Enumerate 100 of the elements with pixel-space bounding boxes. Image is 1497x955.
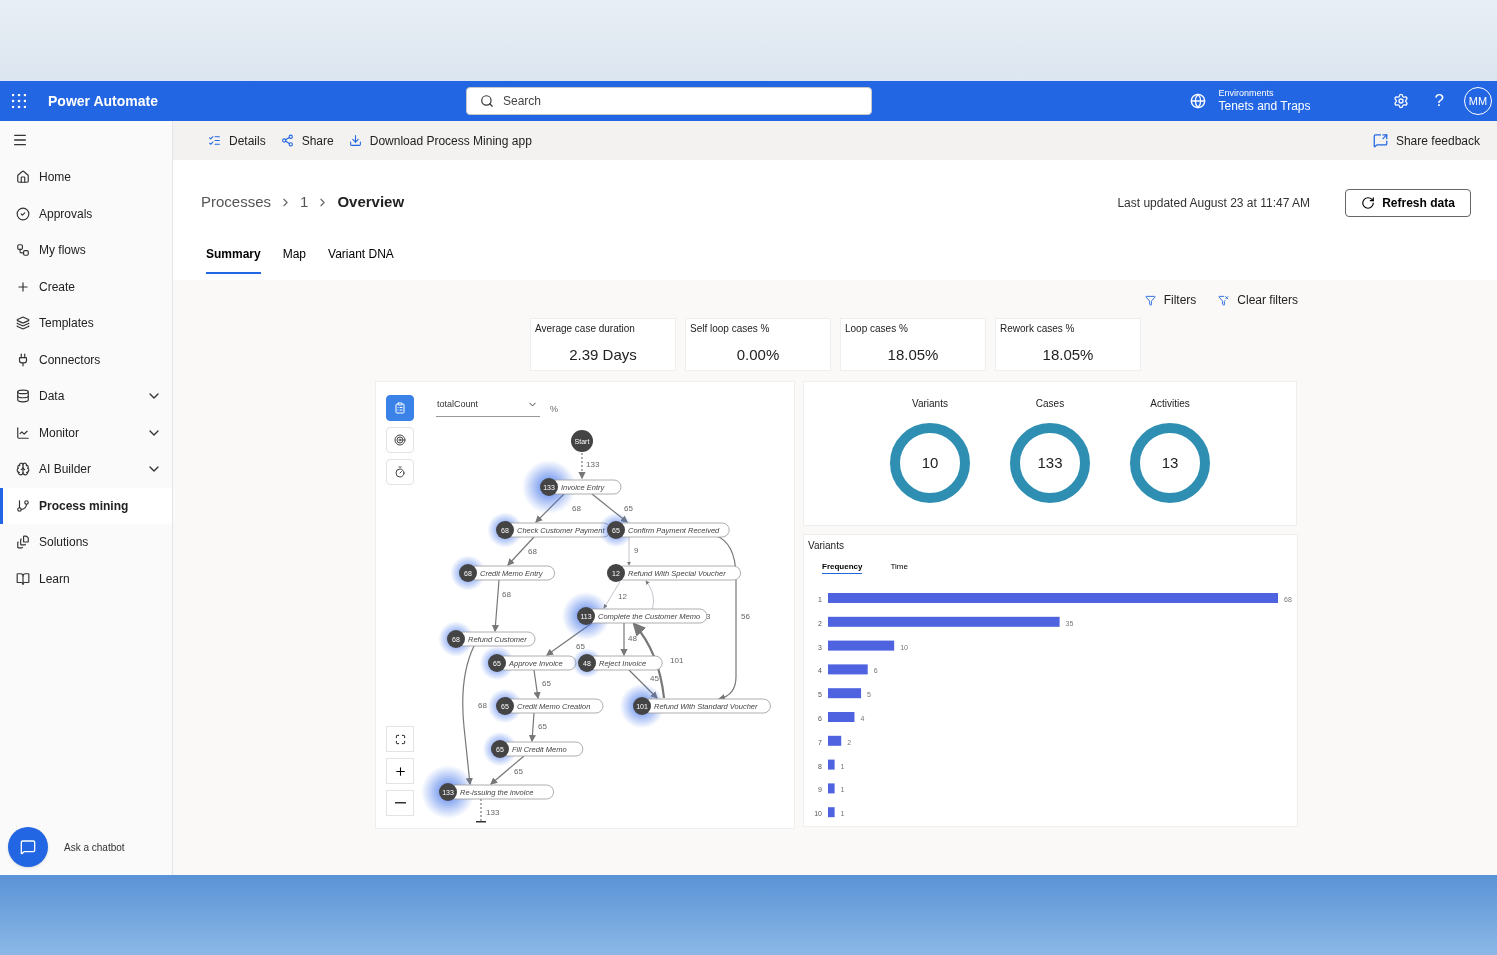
nav-item[interactable]: My flows	[0, 232, 172, 269]
filters-button[interactable]: Filters	[1144, 291, 1197, 309]
last-updated-text: Last updated August 23 at 11:47 AM	[1117, 194, 1310, 212]
kpi-value: 18.05%	[886, 345, 940, 365]
nav-item[interactable]: Monitor	[0, 414, 172, 451]
nav-item[interactable]: AI Builder	[0, 451, 172, 488]
edge-count: 68	[528, 546, 537, 556]
edge-count: 65	[538, 721, 547, 731]
variant-bar[interactable]	[828, 759, 835, 770]
feedback-button[interactable]: Share feedback	[1372, 131, 1480, 150]
nav-icon	[16, 389, 30, 404]
nav-item[interactable]: Solutions	[0, 524, 172, 561]
nav-item[interactable]: Connectors	[0, 341, 172, 378]
variant-bar[interactable]	[828, 735, 842, 746]
clear-filters-button[interactable]: Clear filters	[1218, 291, 1298, 309]
fit-view-button[interactable]	[386, 726, 414, 752]
nav-icon	[16, 279, 30, 294]
nav-item[interactable]: Data	[0, 378, 172, 415]
chat-icon	[20, 839, 36, 855]
command-button[interactable]: Details	[208, 131, 266, 150]
app-title: Power Automate	[48, 91, 158, 111]
variant-bar[interactable]	[828, 807, 835, 818]
map-tool-icon	[394, 466, 406, 478]
view-tab[interactable]: Map	[282, 245, 307, 274]
environment-picker[interactable]: Environments Tenets and Traps	[1218, 87, 1311, 115]
chatbot-button[interactable]	[8, 827, 48, 867]
donut-chart: 10	[890, 423, 970, 503]
map-tool-icon	[394, 402, 406, 414]
map-view-button[interactable]	[386, 395, 414, 421]
variant-bar[interactable]	[828, 616, 1060, 627]
donut-chart: 13	[1130, 423, 1210, 503]
edge-count: 65	[542, 678, 551, 688]
breadcrumb-item[interactable]: 1	[300, 191, 309, 214]
refresh-icon	[1361, 195, 1376, 210]
search-field[interactable]: Search	[465, 87, 872, 115]
variant-bar[interactable]	[828, 640, 895, 651]
metric-dropdown[interactable]: totalCount	[436, 398, 540, 417]
edge-count: 68	[478, 700, 487, 710]
edge-count: 68	[572, 503, 581, 513]
edge-count: 9	[634, 545, 639, 555]
nav-icon	[16, 425, 30, 440]
view-tab[interactable]: Summary	[206, 245, 261, 274]
chart-tab[interactable]: Time	[890, 561, 908, 574]
breadcrumb-item[interactable]: Processes	[201, 191, 272, 214]
edge-count: 65	[514, 766, 523, 776]
feedback-icon	[1372, 133, 1388, 148]
nav-item[interactable]: Approvals	[0, 195, 172, 232]
summary-label: Cases	[1035, 397, 1065, 411]
nav-icon	[16, 462, 30, 477]
filter-icon	[1144, 294, 1156, 306]
panel-title: Variants	[808, 539, 845, 553]
view-tab[interactable]: Variant DNA	[328, 245, 394, 274]
edge-count: 48	[628, 633, 637, 643]
zoom-out-button[interactable]	[386, 790, 414, 816]
environment-icon	[1190, 93, 1207, 109]
chart-tab[interactable]: Frequency	[822, 561, 863, 574]
nav-item[interactable]: Create	[0, 268, 172, 305]
nav-icon	[16, 535, 30, 550]
breadcrumb-item: Overview	[337, 192, 405, 213]
app-launcher-icon[interactable]	[12, 94, 26, 108]
edge-count: 65	[624, 503, 633, 513]
nav-icon	[16, 170, 30, 185]
summary-label: Activities	[1150, 397, 1190, 411]
command-button[interactable]: Download Process Mining app	[348, 131, 532, 150]
command-icon	[208, 134, 221, 147]
nav-item[interactable]: Process mining	[0, 487, 172, 524]
help-button[interactable]: ?	[1434, 88, 1444, 114]
zoom-in-button[interactable]	[386, 758, 414, 784]
edge-count: 45	[650, 673, 659, 683]
nav-icon	[16, 316, 30, 331]
refresh-button[interactable]: Refresh data	[1345, 188, 1471, 217]
variant-bar[interactable]	[828, 783, 835, 794]
nav-icon	[16, 498, 30, 513]
nav-item[interactable]: Learn	[0, 560, 172, 597]
edge-count: 56	[741, 611, 750, 621]
variant-bar[interactable]	[828, 712, 855, 722]
edge-count: 65	[576, 641, 585, 651]
nav-icon	[16, 243, 30, 258]
command-button[interactable]: Share	[280, 131, 334, 150]
edge-count: 101	[670, 655, 684, 665]
unit-label: %	[550, 403, 558, 416]
menu-icon[interactable]	[12, 132, 28, 148]
nav-icon	[16, 352, 30, 367]
search-icon	[479, 94, 494, 108]
edge-count: 68	[502, 589, 511, 599]
edge-count: 3	[706, 611, 711, 621]
edge-count: 133	[586, 459, 600, 469]
settings-icon[interactable]	[1392, 93, 1409, 109]
nav-item[interactable]: Home	[0, 159, 172, 196]
kpi-label: Average case duration	[535, 322, 636, 336]
nav-icon	[16, 571, 30, 586]
chatbot-label: Ask a chatbot	[64, 840, 125, 855]
nav-item[interactable]: Templates	[0, 305, 172, 342]
edge-count: 12	[618, 591, 627, 601]
kpi-value: 2.39 Days	[568, 345, 638, 365]
edge-count: 133	[486, 807, 500, 817]
donut-chart: 133	[1010, 423, 1090, 503]
variant-bar[interactable]	[828, 664, 868, 675]
variant-bar[interactable]	[828, 688, 862, 699]
kpi-label: Loop cases %	[845, 322, 909, 336]
